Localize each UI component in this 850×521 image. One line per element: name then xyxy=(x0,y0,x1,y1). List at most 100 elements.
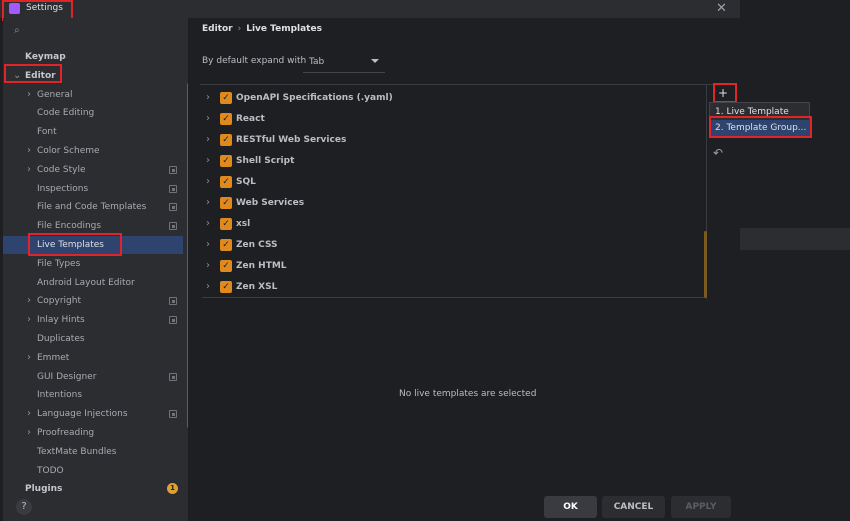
sidebar-item[interactable]: › Emmet xyxy=(3,349,183,367)
project-scope-icon xyxy=(169,184,177,193)
chevron-right-icon[interactable]: › xyxy=(27,142,31,160)
sidebar-item-label: TODO xyxy=(37,465,64,476)
ok-button[interactable]: OK xyxy=(544,496,597,518)
sidebar-item[interactable]: › Code Style xyxy=(3,161,183,179)
template-group-name: SQL xyxy=(236,177,256,187)
sidebar-item-label: Proofreading xyxy=(37,428,95,438)
chevron-right-icon[interactable]: › xyxy=(27,311,31,329)
sidebar-item-label: File and Code Templates xyxy=(37,202,147,213)
chevron-right-icon[interactable]: › xyxy=(206,155,210,166)
chevron-right-icon[interactable]: › xyxy=(27,405,31,423)
sidebar-item[interactable]: Code Editing xyxy=(3,104,183,122)
sidebar-item-label: Code Editing xyxy=(37,108,95,119)
search-input[interactable] xyxy=(26,24,176,40)
chevron-right-icon[interactable]: › xyxy=(206,239,210,250)
chevron-down-icon xyxy=(371,59,379,63)
chevron-right-icon[interactable]: › xyxy=(27,349,31,367)
sidebar-item-label: TextMate Bundles xyxy=(37,446,117,457)
project-scope-icon xyxy=(169,372,177,381)
expand-dropdown-value: Tab xyxy=(309,57,325,67)
chevron-right-icon[interactable]: › xyxy=(206,176,210,187)
sidebar-item[interactable]: Intentions xyxy=(3,386,183,404)
template-group-name: Zen HTML xyxy=(236,261,287,271)
sidebar-item[interactable]: Plugins 1 xyxy=(3,480,183,498)
group-checkbox[interactable]: ✓ xyxy=(220,239,232,251)
sidebar-item-label: Duplicates xyxy=(37,334,85,344)
chevron-right-icon[interactable]: › xyxy=(206,260,210,271)
sidebar-item-label: Code Style xyxy=(37,164,86,175)
settings-search[interactable]: ⌕ xyxy=(10,24,180,40)
group-checkbox[interactable]: ✓ xyxy=(220,134,232,146)
group-checkbox[interactable]: ✓ xyxy=(220,218,232,230)
sidebar-item[interactable]: › Inlay Hints xyxy=(3,311,183,329)
apply-button[interactable]: APPLY xyxy=(671,496,731,518)
group-checkbox[interactable]: ✓ xyxy=(220,260,232,272)
group-checkbox[interactable]: ✓ xyxy=(220,197,232,209)
search-icon: ⌕ xyxy=(14,25,20,36)
chevron-right-icon[interactable]: › xyxy=(27,292,31,310)
sidebar-item[interactable]: File and Code Templates xyxy=(3,198,183,216)
chevron-right-icon[interactable]: › xyxy=(206,92,210,103)
group-checkbox[interactable]: ✓ xyxy=(220,113,232,125)
group-checkbox[interactable]: ✓ xyxy=(220,92,232,104)
sidebar-item[interactable]: Inspections xyxy=(3,180,183,198)
chevron-right-icon[interactable]: › xyxy=(27,161,31,179)
template-group-row[interactable]: › ✓ Zen CSS xyxy=(202,235,702,256)
group-checkbox[interactable]: ✓ xyxy=(220,281,232,293)
template-group-row[interactable]: › ✓ Zen XSL xyxy=(202,277,702,298)
sidebar-item[interactable]: Duplicates xyxy=(3,330,183,348)
group-checkbox[interactable]: ✓ xyxy=(220,155,232,167)
title-bar: Settings ✕ xyxy=(0,0,740,18)
chevron-right-icon[interactable]: › xyxy=(206,281,210,292)
close-icon[interactable]: ✕ xyxy=(716,1,727,16)
sidebar-item[interactable]: Android Layout Editor xyxy=(3,274,183,292)
template-group-row[interactable]: › ✓ xsl xyxy=(202,214,702,235)
chevron-right-icon[interactable]: › xyxy=(206,113,210,124)
template-group-row[interactable]: › ✓ Web Services xyxy=(202,193,702,214)
breadcrumb-current: Live Templates xyxy=(246,24,322,34)
sidebar-item[interactable]: › Proofreading xyxy=(3,424,183,442)
sidebar-item-label: Font xyxy=(37,127,57,138)
cancel-button[interactable]: CANCEL xyxy=(602,496,665,518)
sidebar-item[interactable]: › Color Scheme xyxy=(3,142,183,160)
template-group-name: RESTful Web Services xyxy=(236,135,347,145)
divider xyxy=(200,84,730,85)
highlight-box-add xyxy=(713,83,737,103)
breadcrumb-parent[interactable]: Editor xyxy=(202,24,233,34)
chevron-right-icon[interactable]: › xyxy=(206,134,210,145)
sidebar-item[interactable]: › Copyright xyxy=(3,292,183,310)
background-area xyxy=(740,0,850,521)
sidebar-item[interactable]: Font xyxy=(3,123,183,141)
template-group-row[interactable]: › ✓ Zen HTML xyxy=(202,256,702,277)
sidebar-item[interactable]: › General xyxy=(3,86,183,104)
project-scope-icon xyxy=(169,222,177,231)
highlight-box-template-group xyxy=(709,116,812,138)
template-group-name: Zen CSS xyxy=(236,240,278,250)
chevron-right-icon[interactable]: › xyxy=(27,86,31,104)
sidebar-item-label: File Types xyxy=(37,258,81,269)
template-group-row[interactable]: › ✓ OpenAPI Specifications (.yaml) xyxy=(202,88,702,109)
sidebar-item-label: General xyxy=(37,89,73,100)
sidebar-item[interactable]: File Types xyxy=(3,255,183,273)
project-scope-icon xyxy=(169,297,177,306)
main-panel: Editor › Live Templates By default expand … xyxy=(188,18,740,521)
list-scrollbar[interactable] xyxy=(704,231,707,298)
chevron-right-icon[interactable]: › xyxy=(27,424,31,442)
chevron-right-icon[interactable]: › xyxy=(206,197,210,208)
expand-dropdown[interactable]: Tab xyxy=(303,51,385,73)
template-group-row[interactable]: › ✓ Shell Script xyxy=(202,151,702,172)
template-group-row[interactable]: › ✓ RESTful Web Services xyxy=(202,130,702,151)
sidebar-item[interactable]: TODO xyxy=(3,462,183,480)
template-group-row[interactable]: › ✓ React xyxy=(202,109,702,130)
breadcrumb: Editor › Live Templates xyxy=(202,24,322,34)
expand-label: By default expand with xyxy=(202,56,307,66)
sidebar-item[interactable]: › Language Injections xyxy=(3,405,183,423)
help-button[interactable]: ? xyxy=(16,499,32,515)
chevron-right-icon[interactable]: › xyxy=(206,218,210,229)
sidebar-item[interactable]: TextMate Bundles xyxy=(3,443,183,461)
sidebar-item-label: Language Injections xyxy=(37,409,128,420)
group-checkbox[interactable]: ✓ xyxy=(220,176,232,188)
undo-icon[interactable]: ↶ xyxy=(713,146,723,160)
template-group-row[interactable]: › ✓ SQL xyxy=(202,172,702,193)
sidebar-item[interactable]: GUI Designer xyxy=(3,368,183,386)
